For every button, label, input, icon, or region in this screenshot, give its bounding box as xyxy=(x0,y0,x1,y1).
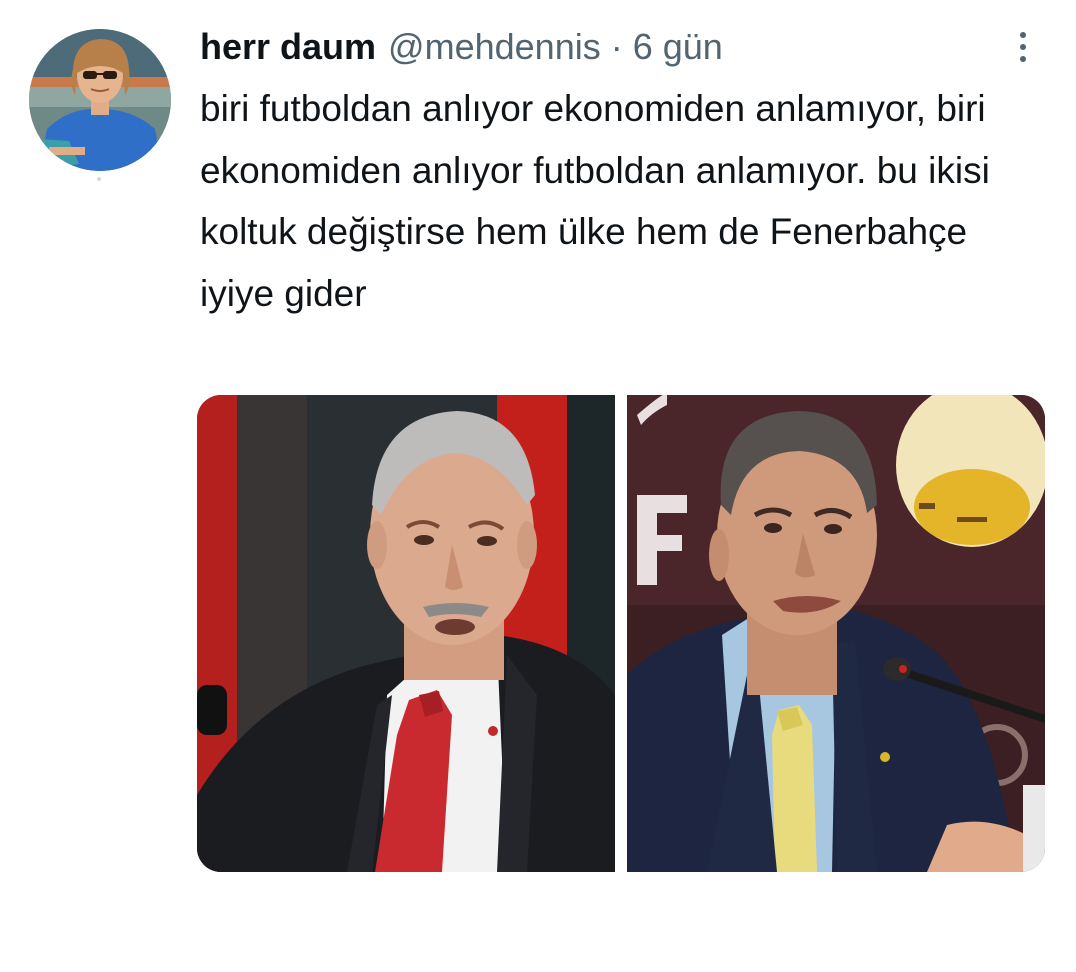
more-dot xyxy=(1020,44,1026,50)
tweet-text: biri futboldan anlıyor ekonomiden anlamı… xyxy=(200,88,990,314)
more-dot xyxy=(1020,32,1026,38)
photo-man-yellow-tie-microphone-icon[interactable] xyxy=(627,395,1045,872)
tweet[interactable]: herr daum @mehdennis · 6 gün biri futbol… xyxy=(0,0,1076,972)
tweet-timestamp[interactable]: 6 gün xyxy=(633,24,723,70)
tweet-media[interactable] xyxy=(197,395,1045,872)
photo-man-red-tie-icon[interactable] xyxy=(197,395,615,872)
user-avatar-icon[interactable] xyxy=(29,29,171,171)
more-options-icon[interactable] xyxy=(1008,28,1038,66)
header-separator: · xyxy=(610,26,623,67)
display-name[interactable]: herr daum xyxy=(200,24,376,70)
user-handle[interactable]: @mehdennis xyxy=(388,24,601,70)
avatar-indicator xyxy=(97,177,101,181)
more-dot xyxy=(1020,56,1026,62)
tweet-header: herr daum @mehdennis · 6 gün xyxy=(200,24,723,70)
